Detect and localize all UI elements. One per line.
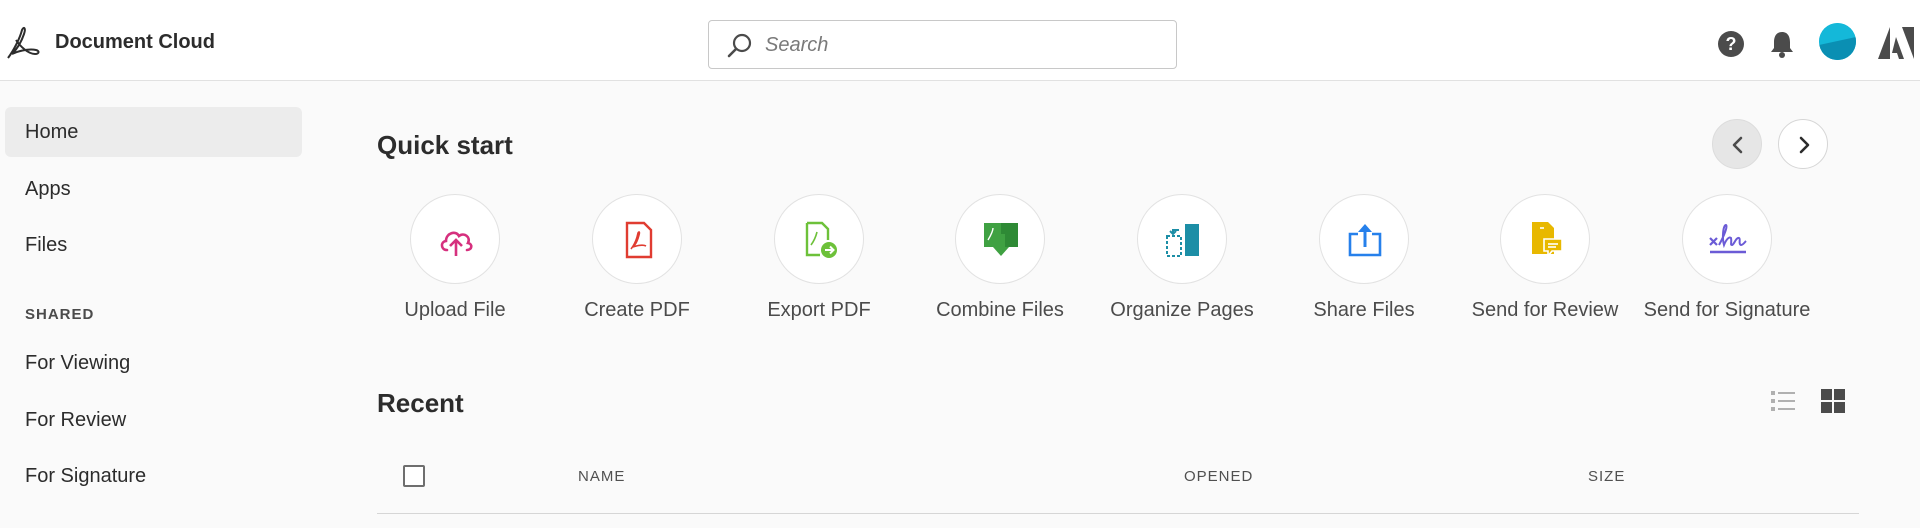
sidebar-item-apps[interactable]: Apps [5, 164, 302, 214]
export-pdf-circle [774, 194, 864, 284]
create-pdf-label: Create PDF [584, 299, 690, 321]
chevron-left-icon [1732, 136, 1743, 154]
share-files-icon [1348, 224, 1382, 257]
chevron-right-icon [1799, 136, 1810, 154]
recent-table-header: NAME OPENED SIZE [377, 452, 1859, 514]
send-for-review-icon [1532, 222, 1563, 259]
sidebar-item-for-signature[interactable]: For Signature [5, 451, 302, 501]
create-pdf-icon [625, 221, 653, 259]
upload-file-label: Upload File [404, 299, 506, 321]
quick-start-create-pdf[interactable]: Create PDF [552, 194, 722, 354]
quick-start-combine-files[interactable]: Combine Files [915, 194, 1085, 354]
sidebar-item-files[interactable]: Files [5, 220, 302, 270]
send-for-review-circle [1500, 194, 1590, 284]
organize-pages-icon [1166, 224, 1199, 257]
help-icon[interactable]: ? [1715, 28, 1747, 60]
carousel-next-button[interactable] [1778, 119, 1828, 169]
svg-text:?: ? [1726, 34, 1737, 54]
quick-start-export-pdf[interactable]: Export PDF [734, 194, 904, 354]
column-header-opened[interactable]: OPENED [1184, 468, 1253, 485]
top-header: Document Cloud ? [0, 0, 1920, 81]
select-all-checkbox[interactable] [403, 465, 425, 487]
quick-start-upload-file[interactable]: Upload File [370, 194, 540, 354]
sidebar: Home Apps Files SHARED For Viewing For R… [0, 82, 310, 528]
send-for-signature-circle [1682, 194, 1772, 284]
app-title[interactable]: Document Cloud [55, 31, 215, 54]
avatar-graphic [1819, 23, 1856, 60]
share-files-circle [1319, 194, 1409, 284]
adobe-logo[interactable] [1878, 27, 1914, 59]
bell-icon[interactable] [1766, 28, 1798, 60]
upload-file-circle [410, 194, 500, 284]
adobe-acrobat-logo[interactable] [2, 24, 42, 64]
shared-section-label: SHARED [25, 306, 95, 323]
combine-files-label: Combine Files [936, 299, 1064, 321]
carousel-prev-button[interactable] [1712, 119, 1762, 169]
quick-start-share-files[interactable]: Share Files [1279, 194, 1449, 354]
combine-files-icon [984, 223, 1018, 256]
send-for-review-label: Send for Review [1471, 299, 1619, 321]
cloud-upload-icon [440, 231, 473, 256]
column-header-size[interactable]: SIZE [1588, 468, 1625, 485]
organize-pages-circle [1137, 194, 1227, 284]
sidebar-item-for-review[interactable]: For Review [5, 395, 302, 445]
quick-start-organize-pages[interactable]: Organize Pages [1097, 194, 1267, 354]
organize-pages-label: Organize Pages [1110, 299, 1254, 321]
quick-start-send-for-signature[interactable]: Send for Signature [1642, 194, 1812, 354]
column-header-name[interactable]: NAME [578, 468, 625, 485]
search-box[interactable] [708, 20, 1177, 69]
grid-view-icon[interactable] [1818, 386, 1848, 416]
quick-start-send-for-review[interactable]: Send for Review [1460, 194, 1630, 354]
create-pdf-circle [592, 194, 682, 284]
search-input[interactable] [765, 29, 1165, 61]
export-pdf-label: Export PDF [767, 299, 871, 321]
send-for-signature-icon [1709, 223, 1747, 254]
recent-title: Recent [377, 388, 464, 418]
search-icon [727, 33, 752, 58]
export-pdf-icon [805, 221, 837, 258]
quick-start-title: Quick start [377, 130, 513, 160]
avatar[interactable] [1819, 23, 1856, 60]
list-view-icon[interactable] [1768, 386, 1798, 416]
send-for-signature-label: Send for Signature [1643, 299, 1811, 321]
sidebar-item-home[interactable]: Home [5, 107, 302, 157]
share-files-label: Share Files [1313, 299, 1415, 321]
combine-files-circle [955, 194, 1045, 284]
sidebar-item-for-viewing[interactable]: For Viewing [5, 338, 302, 388]
